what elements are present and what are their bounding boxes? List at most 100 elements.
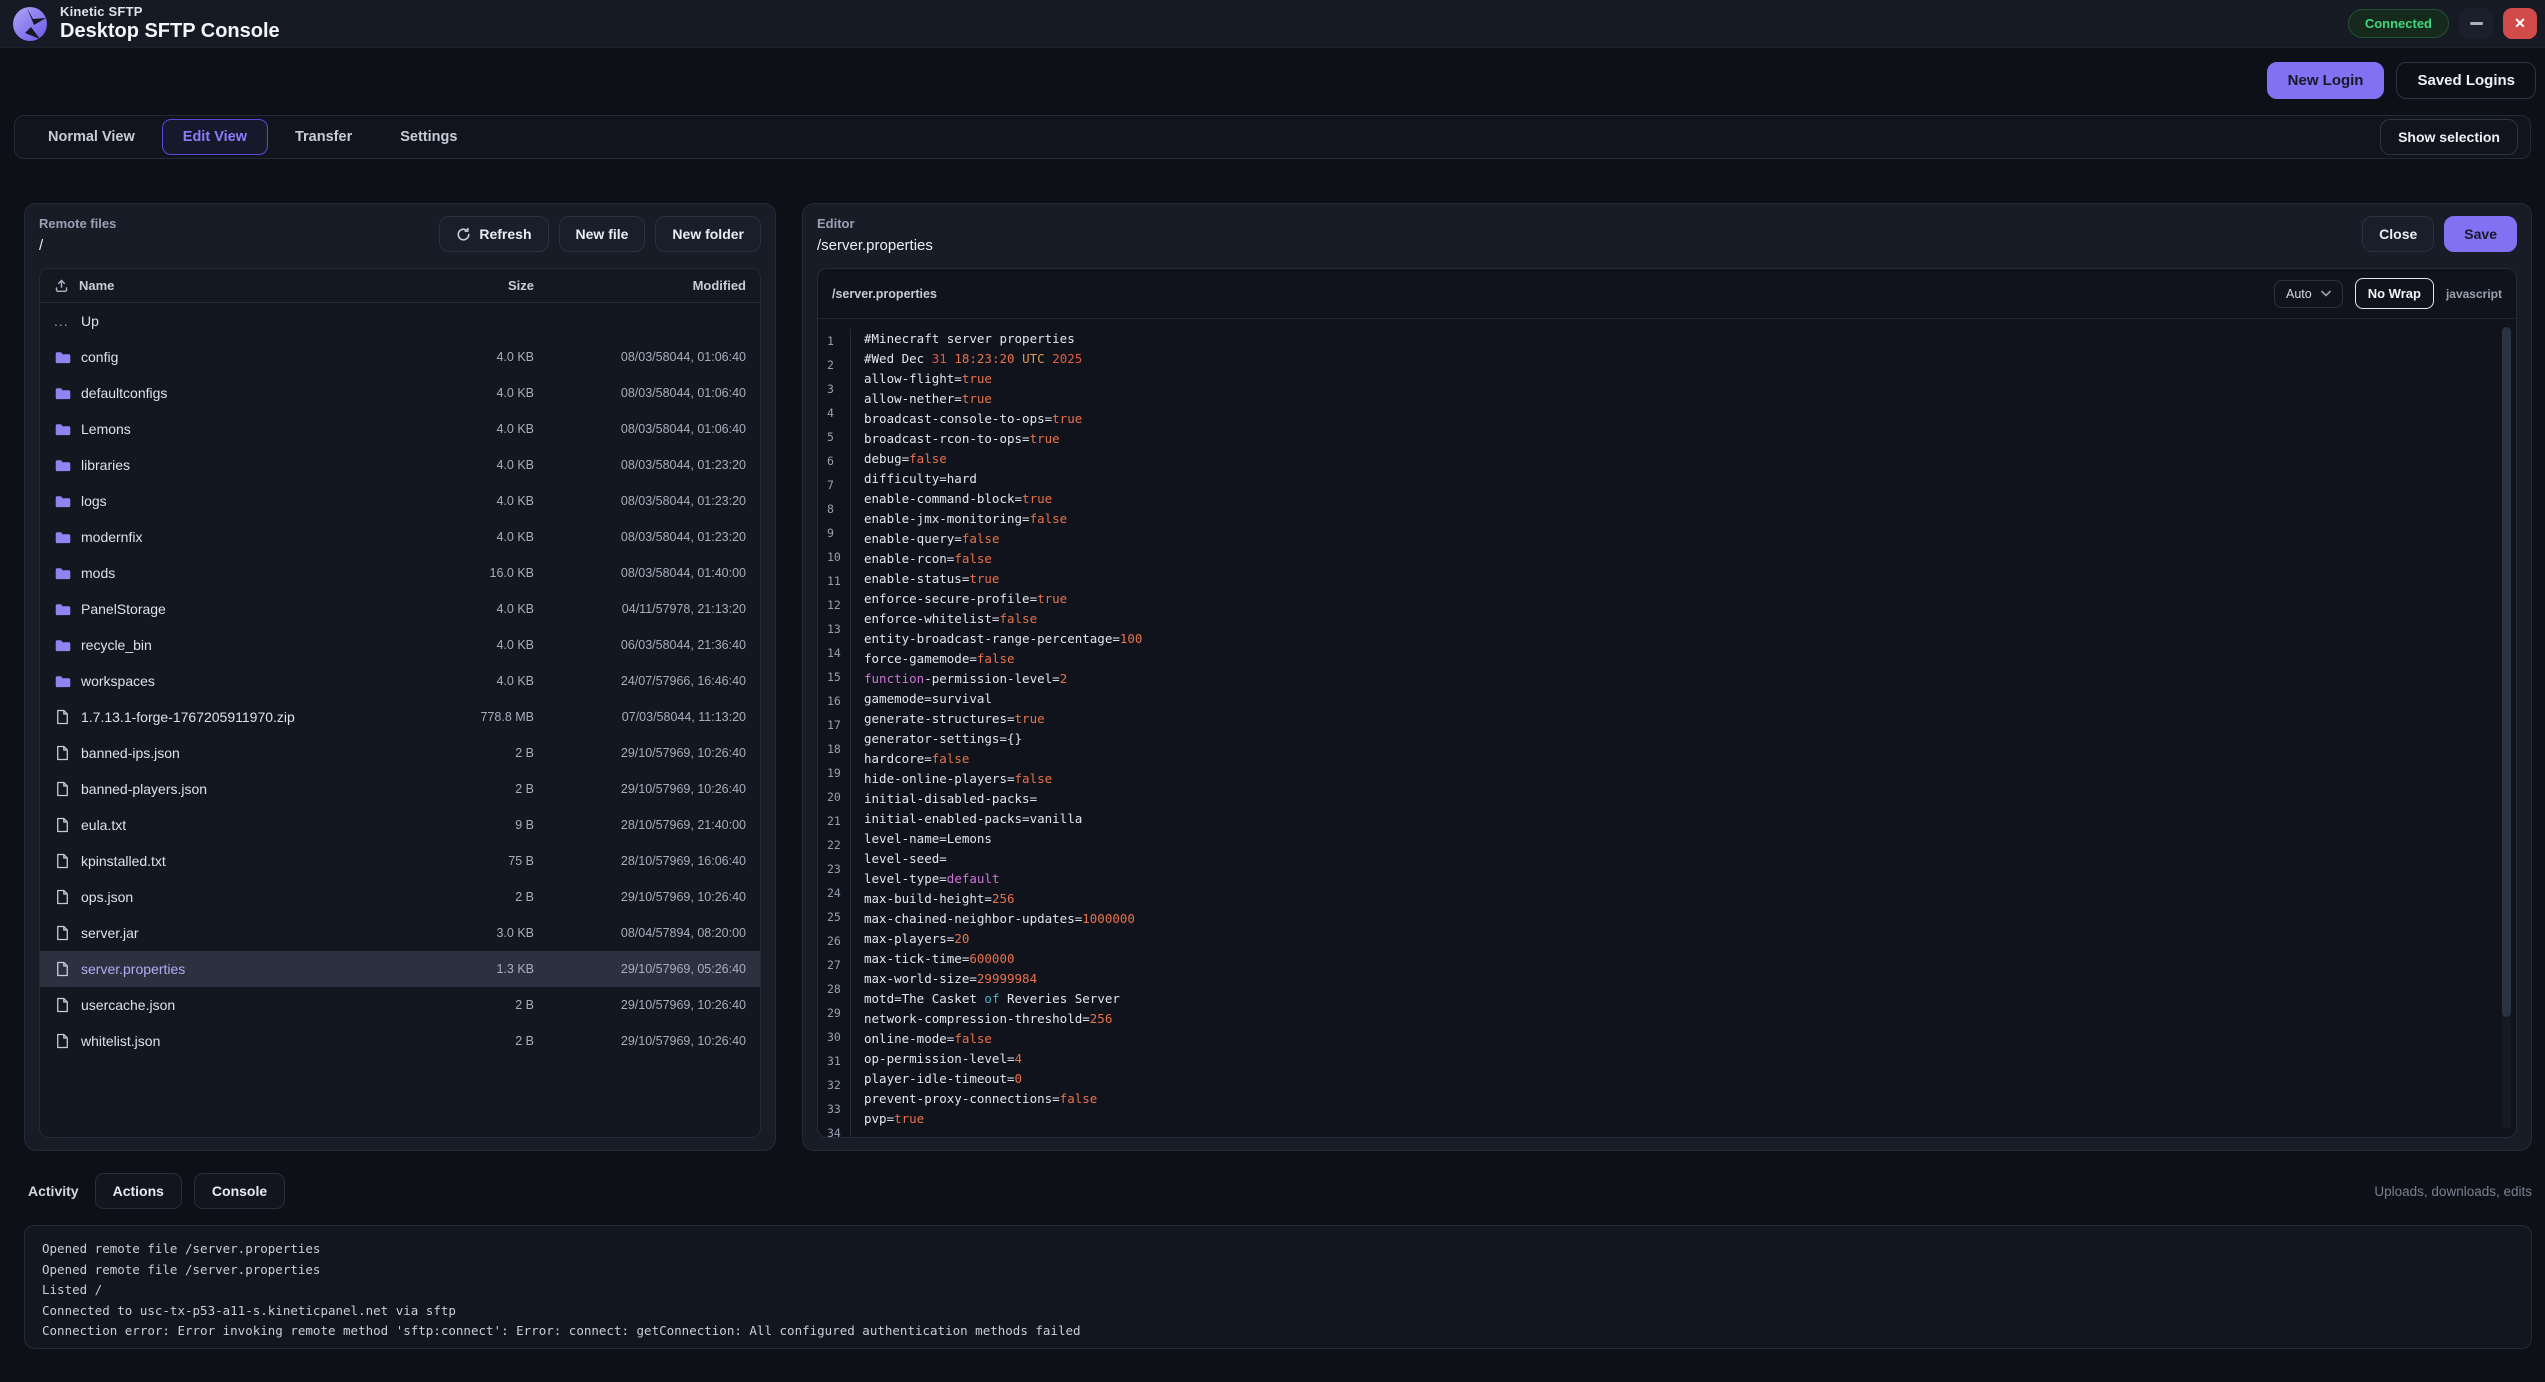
line-number: 6	[827, 449, 850, 473]
file-row-up[interactable]: ...Up	[40, 303, 760, 339]
file-row[interactable]: config4.0 KB08/03/58044, 01:06:40	[40, 339, 760, 375]
file-row[interactable]: defaultconfigs4.0 KB08/03/58044, 01:06:4…	[40, 375, 760, 411]
new-folder-button[interactable]: New folder	[655, 216, 761, 252]
encoding-select[interactable]: Auto	[2274, 280, 2343, 308]
editor-close-button[interactable]: Close	[2362, 216, 2434, 252]
file-icon	[54, 889, 71, 906]
file-row[interactable]: server.jar3.0 KB08/04/57894, 08:20:00	[40, 915, 760, 951]
editor-save-button[interactable]: Save	[2444, 216, 2517, 252]
line-number: 4	[827, 401, 850, 425]
editor-toolbar-filename: /server.properties	[832, 287, 937, 301]
line-number: 23	[827, 857, 850, 881]
code-line: debug=false	[864, 449, 2516, 469]
file-row[interactable]: libraries4.0 KB08/03/58044, 01:23:20	[40, 447, 760, 483]
show-selection-button[interactable]: Show selection	[2380, 119, 2518, 155]
file-row[interactable]: server.properties1.3 KB29/10/57969, 05:2…	[40, 951, 760, 987]
refresh-button[interactable]: Refresh	[439, 216, 548, 252]
column-header-name[interactable]: Name	[79, 278, 114, 293]
column-header-modified[interactable]: Modified	[534, 278, 746, 293]
line-number: 9	[827, 521, 850, 545]
tab-console[interactable]: Console	[194, 1173, 285, 1209]
file-row[interactable]: ops.json2 B29/10/57969, 10:26:40	[40, 879, 760, 915]
file-name: ops.json	[81, 889, 133, 905]
file-row[interactable]: workspaces4.0 KB24/07/57966, 16:46:40	[40, 663, 760, 699]
file-modified: 29/10/57969, 05:26:40	[534, 962, 746, 976]
file-row[interactable]: banned-ips.json2 B29/10/57969, 10:26:40	[40, 735, 760, 771]
tab-edit-view[interactable]: Edit View	[162, 119, 268, 155]
file-row[interactable]: usercache.json2 B29/10/57969, 10:26:40	[40, 987, 760, 1023]
line-number: 16	[827, 689, 850, 713]
tab-normal-view[interactable]: Normal View	[27, 119, 156, 155]
code-line: broadcast-console-to-ops=true	[864, 409, 2516, 429]
file-name: logs	[81, 493, 107, 509]
file-row[interactable]: whitelist.json2 B29/10/57969, 10:26:40	[40, 1023, 760, 1059]
file-row[interactable]: mods16.0 KB08/03/58044, 01:40:00	[40, 555, 760, 591]
code-line: generate-structures=true	[864, 709, 2516, 729]
refresh-icon	[456, 227, 471, 242]
close-window-button[interactable]: ✕	[2503, 8, 2537, 39]
saved-logins-button[interactable]: Saved Logins	[2396, 62, 2536, 99]
folder-icon	[54, 673, 71, 690]
remote-path: /	[39, 237, 116, 254]
file-row[interactable]: eula.txt9 B28/10/57969, 21:40:00	[40, 807, 760, 843]
file-row[interactable]: Lemons4.0 KB08/03/58044, 01:06:40	[40, 411, 760, 447]
code-line: enable-status=true	[864, 569, 2516, 589]
editor-toolbar: /server.properties Auto No Wrap javascri…	[818, 269, 2516, 319]
line-number: 19	[827, 761, 850, 785]
file-modified: 08/03/58044, 01:23:20	[534, 530, 746, 544]
code-line: enable-jmx-monitoring=false	[864, 509, 2516, 529]
remote-files-title: Remote files	[39, 216, 116, 231]
activity-tabs-row: Activity Actions Console Uploads, downlo…	[24, 1173, 2532, 1209]
file-row[interactable]: PanelStorage4.0 KB04/11/57978, 21:13:20	[40, 591, 760, 627]
code-line: player-idle-timeout=0	[864, 1069, 2516, 1089]
wrap-toggle-button[interactable]: No Wrap	[2355, 278, 2434, 309]
file-row[interactable]: 1.7.13.1-forge-1767205911970.zip778.8 MB…	[40, 699, 760, 735]
upload-icon[interactable]	[54, 278, 69, 293]
file-row[interactable]: banned-players.json2 B29/10/57969, 10:26…	[40, 771, 760, 807]
file-modified: 08/03/58044, 01:06:40	[534, 422, 746, 436]
column-header-size[interactable]: Size	[414, 278, 534, 293]
folder-icon	[54, 493, 71, 510]
view-tabs-strip: Normal View Edit View Transfer Settings …	[14, 115, 2531, 159]
new-login-button[interactable]: New Login	[2267, 62, 2385, 99]
file-name: banned-players.json	[81, 781, 207, 797]
file-icon	[54, 817, 71, 834]
remote-files-panel: Remote files / Refresh New file New fold…	[24, 203, 776, 1151]
file-icon	[54, 745, 71, 762]
titlebar: Kinetic SFTP Desktop SFTP Console Connec…	[0, 0, 2545, 48]
editor-box: /server.properties Auto No Wrap javascri…	[817, 268, 2517, 1138]
line-number: 27	[827, 953, 850, 977]
line-number: 29	[827, 1001, 850, 1025]
editor-scrollbar-thumb[interactable]	[2502, 327, 2511, 1017]
file-row[interactable]: logs4.0 KB08/03/58044, 01:23:20	[40, 483, 760, 519]
folder-icon	[54, 637, 71, 654]
file-icon	[54, 961, 71, 978]
file-row[interactable]: recycle_bin4.0 KB06/03/58044, 21:36:40	[40, 627, 760, 663]
file-size: 4.0 KB	[414, 422, 534, 436]
line-number: 11	[827, 569, 850, 593]
tab-transfer[interactable]: Transfer	[274, 119, 373, 155]
tab-actions[interactable]: Actions	[95, 1173, 182, 1209]
line-number: 30	[827, 1025, 850, 1049]
app-name: Kinetic SFTP	[60, 4, 280, 19]
file-row[interactable]: modernfix4.0 KB08/03/58044, 01:23:20	[40, 519, 760, 555]
tab-settings[interactable]: Settings	[379, 119, 478, 155]
app-logo-icon	[12, 6, 48, 42]
file-size: 2 B	[414, 998, 534, 1012]
file-name: whitelist.json	[81, 1033, 160, 1049]
code-line: max-chained-neighbor-updates=1000000	[864, 909, 2516, 929]
line-number: 12	[827, 593, 850, 617]
folder-icon	[54, 529, 71, 546]
code-line: #Minecraft server properties	[864, 329, 2516, 349]
line-number: 25	[827, 905, 850, 929]
file-row[interactable]: kpinstalled.txt75 B28/10/57969, 16:06:40	[40, 843, 760, 879]
file-size: 3.0 KB	[414, 926, 534, 940]
folder-icon	[54, 385, 71, 402]
tab-activity[interactable]: Activity	[24, 1174, 83, 1208]
file-icon	[54, 997, 71, 1014]
folder-icon	[54, 421, 71, 438]
code-editor[interactable]: #Minecraft server properties#Wed Dec 31 …	[851, 329, 2516, 1137]
minimize-button[interactable]	[2459, 8, 2493, 39]
code-line: max-tick-time=600000	[864, 949, 2516, 969]
new-file-button[interactable]: New file	[559, 216, 646, 252]
